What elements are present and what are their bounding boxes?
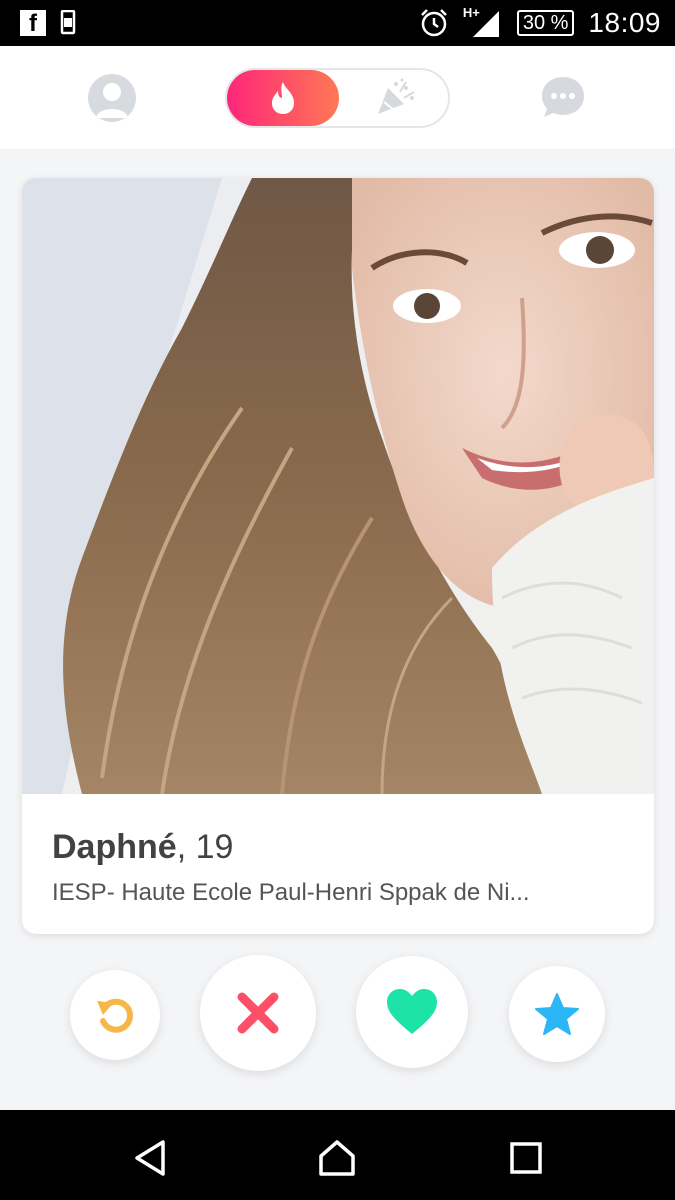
status-indicators: H+ 30 % 18:09: [419, 5, 661, 41]
battery-indicator: 30 %: [516, 10, 575, 36]
tab-feed[interactable]: [360, 76, 430, 120]
system-nav-bar: [0, 1110, 675, 1200]
status-notifications: f: [20, 10, 78, 37]
clock: 18:09: [588, 7, 661, 38]
back-button[interactable]: [131, 1138, 171, 1178]
discovery-toggle: [225, 68, 450, 128]
recents-button[interactable]: [506, 1138, 546, 1178]
profile-card[interactable]: Daphné, 19 IESP- Haute Ecole Paul-Henri …: [22, 178, 654, 934]
name-age-line: Daphné, 19: [52, 828, 624, 867]
signal-indicator: H+: [463, 5, 503, 41]
nope-icon: [237, 992, 279, 1034]
status-bar: f H+ 30 % 18:09: [0, 0, 675, 46]
top-nav: [0, 46, 675, 150]
recents-icon: [510, 1142, 542, 1174]
profile-age: , 19: [176, 828, 234, 866]
phone-notification-icon: [60, 10, 76, 35]
profile-icon: [96, 83, 128, 118]
tab-swipe[interactable]: [227, 70, 339, 126]
profile-name: Daphné: [52, 828, 177, 866]
like-button[interactable]: [356, 956, 468, 1068]
flame-icon: [272, 82, 294, 114]
party-popper-icon: [378, 78, 415, 114]
super-like-button[interactable]: [509, 966, 605, 1062]
messages-button[interactable]: [540, 74, 586, 120]
profile-photo-image: [22, 178, 654, 794]
like-icon: [387, 989, 437, 1034]
facebook-notification-icon: f: [20, 10, 46, 37]
profile-school: IESP- Haute Ecole Paul-Henri Sppak de Ni…: [52, 879, 530, 906]
rewind-button[interactable]: [70, 970, 160, 1060]
profile-button[interactable]: [88, 74, 136, 122]
home-button[interactable]: [317, 1138, 357, 1178]
nope-button[interactable]: [200, 955, 316, 1071]
home-icon: [319, 1140, 355, 1176]
action-bar: [0, 950, 675, 1090]
back-icon: [135, 1140, 165, 1176]
tinder-screen: f H+ 30 % 18:09 Daphné, 19 IESP- Haute E…: [0, 0, 675, 1200]
profile-photo[interactable]: [22, 178, 654, 794]
signal-icon: [472, 11, 499, 37]
alarm-icon: [420, 9, 447, 37]
chat-bubble-icon: [542, 77, 584, 117]
rewind-icon: [97, 998, 133, 1033]
super-like-icon: [535, 993, 579, 1035]
profile-info[interactable]: Daphné, 19 IESP- Haute Ecole Paul-Henri …: [22, 794, 654, 934]
